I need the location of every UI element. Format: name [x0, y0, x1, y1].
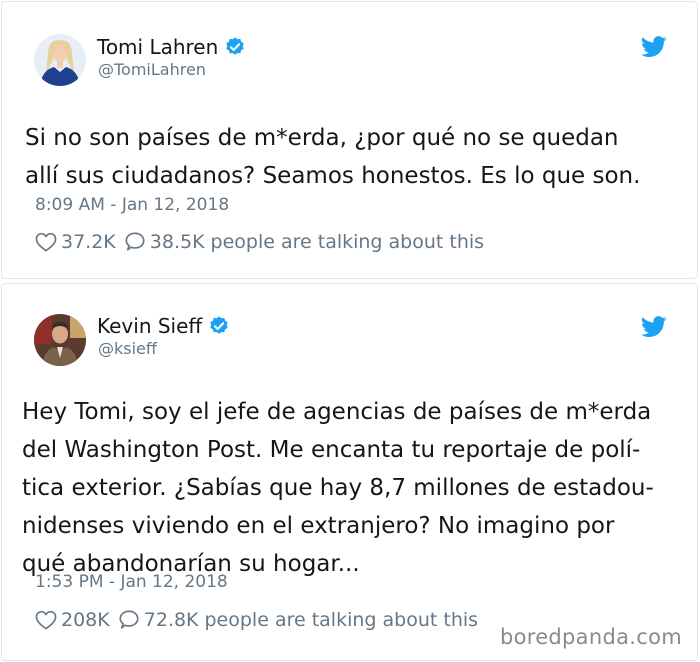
tweet-actions: 208K 72.8K people are talking about this	[35, 608, 478, 632]
tweet-text: Hey Tomi, soy el jefe de agencias de paí…	[22, 399, 654, 577]
tweet-card[interactable]: Kevin Sieff @ksieff Hey Tomi, soy el jef…	[1, 283, 698, 661]
tweet-card[interactable]: Tomi Lahren @TomiLahren Si no son países…	[1, 1, 698, 279]
heart-icon[interactable]	[35, 610, 57, 630]
verified-badge-icon	[224, 36, 246, 58]
like-count[interactable]: 37.2K	[61, 230, 116, 254]
author-name-row[interactable]: Kevin Sieff	[97, 313, 230, 339]
reply-bubble-icon[interactable]	[124, 231, 146, 253]
reply-bubble-icon[interactable]	[118, 609, 140, 631]
talking-label[interactable]: people are talking about this	[211, 230, 485, 254]
reply-count[interactable]: 72.8K	[144, 608, 199, 632]
reply-count[interactable]: 38.5K	[150, 230, 205, 254]
avatar[interactable]	[34, 34, 86, 86]
heart-icon[interactable]	[35, 232, 57, 252]
author-display-name[interactable]: Tomi Lahren	[97, 34, 218, 60]
tweet-text: Si no son países de m*erda, ¿por qué no …	[25, 125, 641, 189]
twitter-bird-icon[interactable]	[641, 316, 667, 338]
tweet-actions: 37.2K 38.5K people are talking about thi…	[35, 230, 484, 254]
talking-label[interactable]: people are talking about this	[205, 608, 479, 632]
verified-badge-icon	[208, 315, 230, 337]
author-display-name[interactable]: Kevin Sieff	[97, 313, 202, 339]
author-handle[interactable]: @ksieff	[98, 339, 157, 359]
twitter-bird-icon[interactable]	[641, 36, 667, 58]
avatar-image	[34, 34, 86, 86]
author-name-row[interactable]: Tomi Lahren	[97, 34, 246, 60]
tweet-timestamp[interactable]: 8:09 AM - Jan 12, 2018	[35, 194, 229, 216]
avatar[interactable]	[34, 314, 86, 366]
avatar-image	[34, 314, 86, 366]
like-count[interactable]: 208K	[61, 608, 110, 632]
author-handle[interactable]: @TomiLahren	[98, 60, 206, 80]
tweet-timestamp[interactable]: 1:53 PM - Jan 12, 2018	[35, 571, 228, 593]
watermark: boredpanda.com	[499, 625, 682, 649]
